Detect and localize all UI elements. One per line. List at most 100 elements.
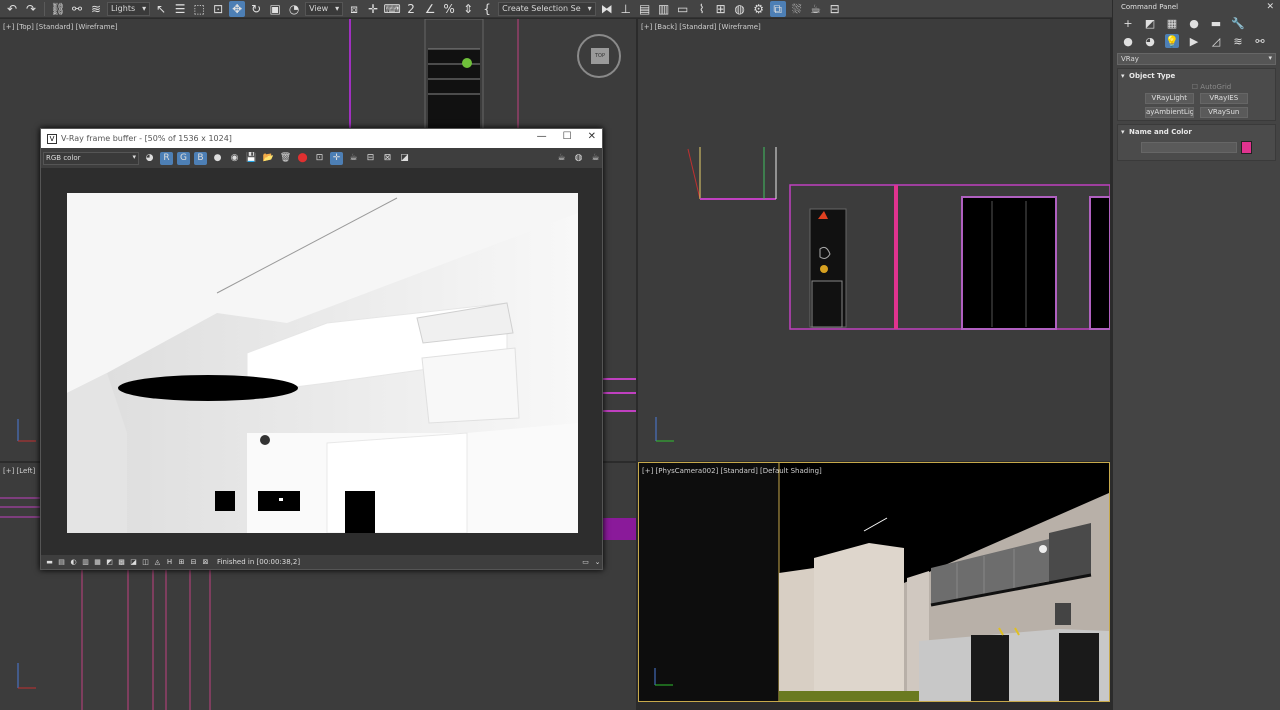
snaps-toggle-icon[interactable]: 2 <box>403 1 419 17</box>
curves-icon[interactable]: ◩ <box>105 558 114 567</box>
load-image-icon[interactable]: 📂 <box>262 152 275 165</box>
red-channel-icon[interactable]: R <box>160 151 173 165</box>
ribbon-toggle-icon[interactable]: ▭ <box>675 1 691 17</box>
create-tab-icon[interactable]: + <box>1121 16 1135 30</box>
light-category-dropdown[interactable]: VRay <box>1117 53 1276 65</box>
curve-editor-icon[interactable]: ⌇ <box>694 1 710 17</box>
white-balance-icon[interactable]: ◪ <box>129 558 138 567</box>
motion-tab-icon[interactable]: ● <box>1187 16 1201 30</box>
viewcube-face[interactable]: TOP <box>591 48 609 64</box>
render-setup-icon[interactable]: ⚙ <box>751 1 767 17</box>
scene-explorer-icon[interactable]: ▥ <box>656 1 672 17</box>
vrayambientlight-button[interactable]: ayAmbientLig <box>1145 107 1194 118</box>
display-tab-icon[interactable]: ▬ <box>1209 16 1223 30</box>
render-teapot-icon[interactable]: ☕ <box>808 1 824 17</box>
rendered-image[interactable] <box>67 193 578 533</box>
viewport-label-top[interactable]: [+] [Top] [Standard] [Wireframe] <box>3 23 118 31</box>
object-type-header[interactable]: Object Type <box>1121 71 1272 83</box>
unlink-icon[interactable]: ⚯ <box>69 1 85 17</box>
modify-tab-icon[interactable]: ◩ <box>1143 16 1157 30</box>
material-editor-icon[interactable]: ◍ <box>732 1 748 17</box>
close-icon[interactable]: ✕ <box>1266 2 1274 12</box>
schematic-view-icon[interactable]: ⊞ <box>713 1 729 17</box>
rect-selection-icon[interactable]: ⬚ <box>191 1 207 17</box>
channel-dropdown[interactable]: RGB color <box>43 151 139 165</box>
alpha-channel-icon[interactable]: ● <box>211 152 224 165</box>
close-icon[interactable]: ✕ <box>588 131 596 142</box>
undo-icon[interactable]: ↶ <box>4 1 20 17</box>
minimize-icon[interactable]: — <box>537 131 547 142</box>
lights-icon[interactable]: 💡 <box>1165 34 1179 48</box>
place-icon[interactable]: ◔ <box>286 1 302 17</box>
pivot-center-icon[interactable]: ⧈ <box>346 1 362 17</box>
compare-icon[interactable]: H <box>165 558 174 567</box>
lut-icon[interactable]: ◐ <box>69 558 78 567</box>
edit-named-selection-icon[interactable]: { <box>479 1 495 17</box>
link-to-3dsmax-icon[interactable]: ⊟ <box>364 152 377 165</box>
lens-effects-icon[interactable]: ◪ <box>398 152 411 165</box>
hue-saturation-icon[interactable]: ◫ <box>141 558 150 567</box>
viewport-label-left[interactable]: [+] [Left] <box>3 467 35 475</box>
named-selection-sets-dropdown[interactable]: Create Selection Se <box>498 1 596 16</box>
exposure-icon[interactable]: ▩ <box>117 558 126 567</box>
percent-snap-icon[interactable]: % <box>441 1 457 17</box>
spinner-snap-icon[interactable]: ⇕ <box>460 1 476 17</box>
pixel-info-icon[interactable]: ⊠ <box>381 152 394 165</box>
green-channel-icon[interactable]: G <box>177 151 190 165</box>
viewport-camera[interactable]: [+] [PhysCamera002] [Standard] [Default … <box>638 462 1110 702</box>
object-name-field[interactable] <box>1141 142 1237 153</box>
vraylight-button[interactable]: VRayLight <box>1145 93 1194 104</box>
link-icon[interactable]: ⛓ <box>50 1 66 17</box>
viewport-label-back[interactable]: [+] [Back] [Standard] [Wireframe] <box>641 23 761 31</box>
blue-channel-icon[interactable]: B <box>194 151 207 165</box>
bind-spacewarp-icon[interactable]: ≋ <box>88 1 104 17</box>
select-manipulate-icon[interactable]: ✛ <box>365 1 381 17</box>
info-icon[interactable]: ⊠ <box>201 558 210 567</box>
shapes-icon[interactable]: ◕ <box>1143 34 1157 48</box>
vfb-titlebar[interactable]: V V-Ray frame buffer - [50% of 1536 x 10… <box>41 129 602 148</box>
interactive-render-icon[interactable]: ◍ <box>572 152 585 165</box>
redo-icon[interactable]: ↷ <box>23 1 39 17</box>
select-scale-icon[interactable]: ▣ <box>267 1 283 17</box>
systems-icon[interactable]: ⚯ <box>1253 34 1267 48</box>
angle-snap-icon[interactable]: ∠ <box>422 1 438 17</box>
geometry-icon[interactable]: ● <box>1121 34 1135 48</box>
selection-filter-dropdown[interactable]: Lights <box>107 1 151 16</box>
reference-coordinate-dropdown[interactable]: View <box>305 1 344 16</box>
vraysun-button[interactable]: VRaySun <box>1199 107 1248 118</box>
select-move-icon[interactable]: ✥ <box>229 0 246 17</box>
history-icon[interactable]: ▬ <box>45 558 54 567</box>
color-balance-icon[interactable]: ◬ <box>153 558 162 567</box>
layer-explorer-icon[interactable]: ▤ <box>637 1 653 17</box>
track-mouse-icon[interactable]: ✛ <box>330 151 343 165</box>
rgb-channels-icon[interactable]: ◕ <box>143 152 156 165</box>
fit-window-icon[interactable]: ▭ <box>581 558 590 567</box>
viewport-back[interactable]: [+] [Back] [Standard] [Wireframe] <box>638 19 1110 461</box>
levels-icon[interactable]: ▦ <box>93 558 102 567</box>
hierarchy-tab-icon[interactable]: ▦ <box>1165 16 1179 30</box>
region-render-icon[interactable]: ⊡ <box>313 152 326 165</box>
helpers-icon[interactable]: ◿ <box>1209 34 1223 48</box>
name-and-color-header[interactable]: Name and Color <box>1121 127 1272 139</box>
select-rotate-icon[interactable]: ↻ <box>248 1 264 17</box>
color-correction-icon[interactable]: ▥ <box>81 558 90 567</box>
vray-toolbar-icon[interactable]: ⊟ <box>827 1 843 17</box>
monochrome-icon[interactable]: ◉ <box>228 152 241 165</box>
save-image-icon[interactable]: 💾 <box>245 152 258 165</box>
object-color-swatch[interactable] <box>1241 141 1252 154</box>
render-last-icon[interactable]: ☕ <box>347 152 360 165</box>
keyboard-shortcut-icon[interactable]: ⌨ <box>383 1 400 17</box>
stamp-icon[interactable]: ⊞ <box>177 558 186 567</box>
maximize-icon[interactable]: ☐ <box>563 131 572 142</box>
cameras-icon[interactable]: ▶ <box>1187 34 1201 48</box>
viewcube[interactable]: TOP <box>577 34 621 78</box>
window-crossing-icon[interactable]: ⊡ <box>210 1 226 17</box>
select-by-name-icon[interactable]: ☰ <box>172 1 188 17</box>
stop-render-icon[interactable]: ⬤ <box>296 152 309 165</box>
rendered-frame-window-icon[interactable]: ⧉ <box>769 0 786 17</box>
select-object-icon[interactable]: ↖ <box>153 1 169 17</box>
ab-compare-icon[interactable]: ⊟ <box>189 558 198 567</box>
align-icon[interactable]: ⊥ <box>618 1 634 17</box>
space-warps-icon[interactable]: ≋ <box>1231 34 1245 48</box>
clear-image-icon[interactable]: 🗑 <box>279 152 292 165</box>
